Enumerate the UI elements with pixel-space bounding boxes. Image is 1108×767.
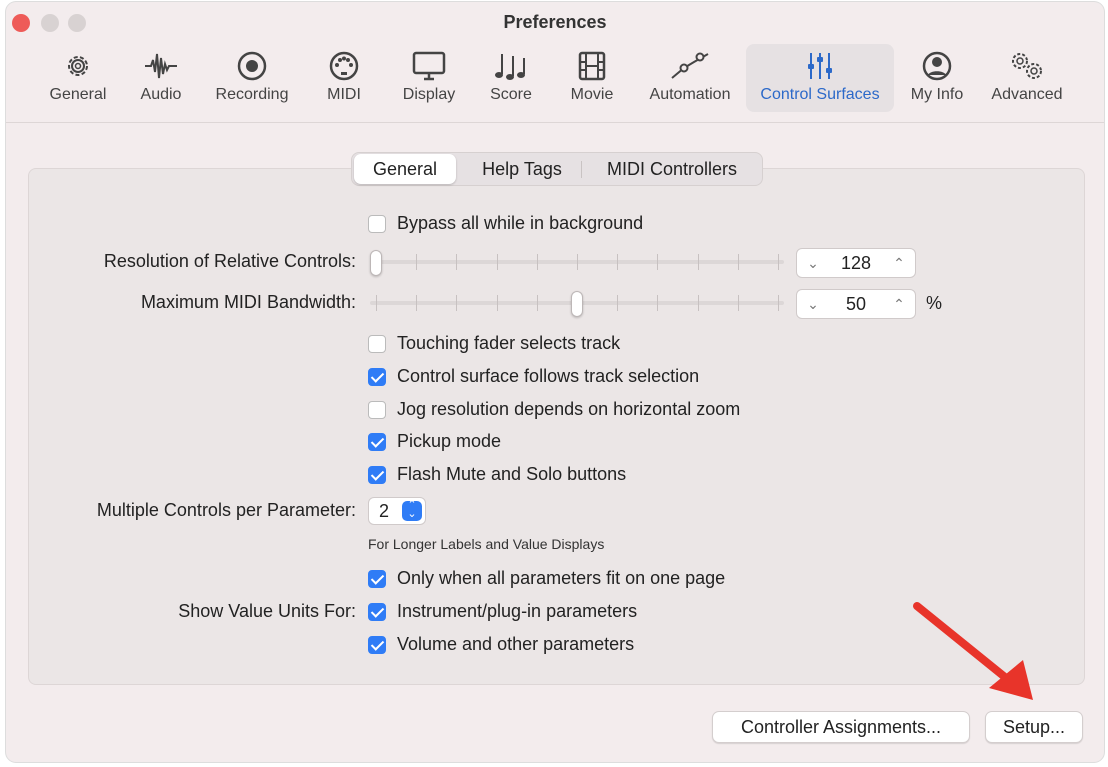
toolbar-automation[interactable]: Automation — [640, 44, 740, 112]
only-when-fit-label: Only when all parameters fit on one page — [397, 568, 726, 588]
automation-curve-icon — [671, 52, 709, 79]
slider-tick — [778, 254, 779, 270]
slider-tick — [778, 295, 779, 311]
bandwidth-unit: % — [926, 293, 943, 313]
slider-tick — [617, 295, 618, 311]
flash-mute-label: Flash Mute and Solo buttons — [397, 464, 627, 484]
slider-tick — [376, 295, 377, 311]
pickup-mode-checkbox[interactable] — [368, 433, 386, 451]
multiple-controls-popup[interactable]: 2 ⌃ ⌄ — [368, 497, 426, 525]
instrument-params-checkbox[interactable] — [368, 603, 386, 621]
toolbar-score[interactable]: Score — [480, 44, 542, 112]
slider-tick — [657, 254, 658, 270]
record-icon — [237, 51, 267, 81]
resolution-stepper[interactable]: ⌄ 128 ⌃ — [796, 248, 916, 278]
tab-help-tags[interactable]: Help Tags — [464, 153, 580, 185]
tab-divider — [581, 161, 582, 178]
decrement-icon[interactable]: ⌄ — [803, 253, 823, 273]
slider-thumb[interactable] — [571, 291, 583, 317]
toolbar-my-info[interactable]: My Info — [902, 44, 972, 112]
slider-tick — [577, 254, 578, 270]
preferences-window: Preferences General Audio Recording MIDI… — [6, 2, 1104, 762]
toolbar-general[interactable]: General — [40, 44, 116, 112]
bandwidth-stepper[interactable]: ⌄ 50 ⌃ — [796, 289, 916, 319]
longer-labels-note: For Longer Labels and Value Displays — [368, 536, 605, 552]
multiple-controls-label: Multiple Controls per Parameter: — [96, 500, 356, 520]
toolbar-recording[interactable]: Recording — [206, 44, 298, 112]
tab-general[interactable]: General — [354, 154, 456, 184]
bandwidth-slider[interactable] — [370, 291, 784, 317]
resolution-value: 128 — [840, 253, 872, 273]
annotation-arrow — [913, 602, 1033, 700]
follows-selection-checkbox[interactable] — [368, 368, 386, 386]
bandwidth-value: 50 — [845, 294, 867, 314]
increment-icon[interactable]: ⌃ — [889, 253, 909, 273]
slider-tick — [456, 295, 457, 311]
slider-tick — [537, 295, 538, 311]
pickup-mode-label: Pickup mode — [397, 431, 502, 451]
only-when-fit-checkbox[interactable] — [368, 570, 386, 588]
decrement-icon[interactable]: ⌄ — [803, 294, 823, 314]
window-title: Preferences — [503, 12, 607, 32]
touching-fader-label: Touching fader selects track — [397, 333, 621, 353]
setup-button[interactable]: Setup... — [985, 711, 1083, 743]
midi-port-icon — [329, 51, 359, 81]
slider-thumb[interactable] — [370, 250, 382, 276]
sliders-icon — [808, 53, 832, 79]
popup-chevron-icon: ⌃ ⌄ — [402, 500, 422, 521]
toolbar-midi[interactable]: MIDI — [312, 44, 376, 112]
slider-tick — [497, 254, 498, 270]
slider-tick — [698, 295, 699, 311]
volume-params-label: Volume and other parameters — [397, 634, 635, 654]
person-icon — [922, 51, 952, 81]
multiple-controls-value: 2 — [379, 501, 390, 521]
music-notes-icon — [495, 54, 525, 80]
flash-mute-checkbox[interactable] — [368, 466, 386, 484]
toolbar-display[interactable]: Display — [392, 44, 466, 112]
gears-icon — [1012, 53, 1042, 79]
slider-tick — [416, 254, 417, 270]
instrument-params-label: Instrument/plug-in parameters — [397, 601, 638, 621]
film-icon — [578, 51, 606, 81]
jog-resolution-label: Jog resolution depends on horizontal zoo… — [397, 399, 741, 419]
resolution-slider[interactable] — [370, 250, 784, 276]
controller-assignments-button[interactable]: Controller Assignments... — [712, 711, 970, 743]
increment-icon[interactable]: ⌃ — [889, 294, 909, 314]
toolbar-audio[interactable]: Audio — [128, 44, 194, 112]
toolbar-advanced[interactable]: Advanced — [984, 44, 1070, 112]
slider-tick — [497, 295, 498, 311]
slider-tick — [416, 295, 417, 311]
slider-tick — [617, 254, 618, 270]
tab-bar: General Help Tags MIDI Controllers — [351, 152, 763, 186]
slider-tick — [657, 295, 658, 311]
toolbar-control-surfaces[interactable]: Control Surfaces — [746, 44, 894, 112]
toolbar-movie[interactable]: Movie — [558, 44, 626, 112]
titlebar: Preferences General Audio Recording MIDI… — [6, 2, 1104, 123]
follows-selection-label: Control surface follows track selection — [397, 366, 700, 386]
bandwidth-label: Maximum MIDI Bandwidth: — [140, 292, 356, 312]
monitor-icon — [412, 51, 446, 81]
jog-resolution-checkbox[interactable] — [368, 401, 386, 419]
bypass-background-checkbox[interactable] — [368, 215, 386, 233]
waveform-icon — [145, 53, 177, 79]
slider-tick — [738, 295, 739, 311]
touching-fader-checkbox[interactable] — [368, 335, 386, 353]
slider-tick — [537, 254, 538, 270]
gear-icon — [68, 56, 88, 76]
tab-midi-controllers[interactable]: MIDI Controllers — [586, 153, 758, 185]
slider-tick — [456, 254, 457, 270]
slider-tick — [738, 254, 739, 270]
resolution-label: Resolution of Relative Controls: — [103, 251, 356, 271]
bypass-background-label: Bypass all while in background — [397, 213, 644, 233]
show-units-label: Show Value Units For: — [178, 601, 356, 621]
slider-tick — [698, 254, 699, 270]
volume-params-checkbox[interactable] — [368, 636, 386, 654]
